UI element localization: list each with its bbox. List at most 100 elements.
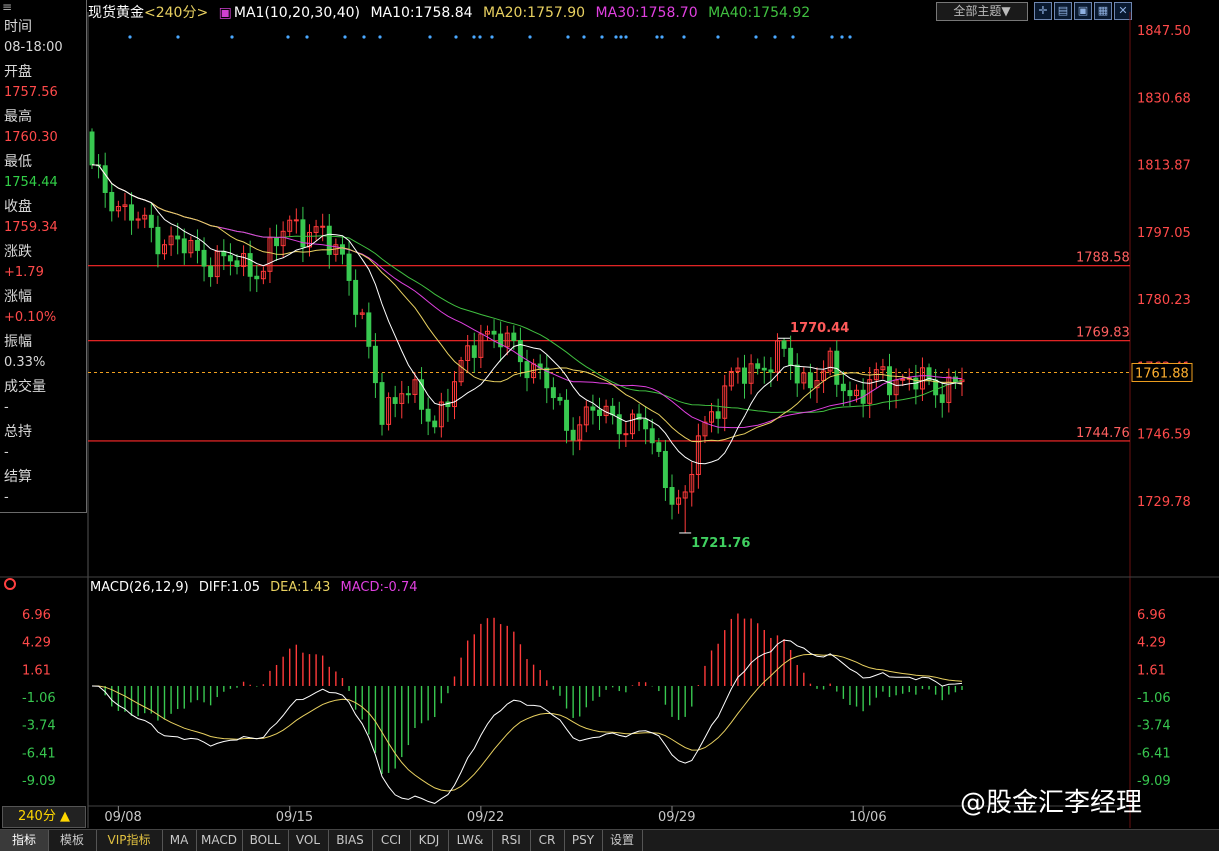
signal-dot: [682, 35, 686, 39]
candle-body: [372, 345, 378, 384]
tab-10[interactable]: LW&: [448, 830, 493, 851]
candle-body: [432, 420, 438, 428]
candle-body: [788, 347, 794, 366]
candle-body: [201, 249, 207, 267]
candle-body: [570, 429, 576, 441]
signal-dot: [286, 35, 290, 39]
signal-dot: [619, 35, 623, 39]
candle-body: [366, 312, 372, 347]
signal-dot: [128, 35, 132, 39]
signal-dot: [600, 35, 604, 39]
macd-tick-label-left: -3.74: [22, 719, 56, 734]
candle-body: [293, 219, 299, 222]
tab-8[interactable]: CCI: [372, 830, 411, 851]
tab-2[interactable]: VIP指标: [96, 830, 163, 851]
tab-7[interactable]: BIAS: [328, 830, 373, 851]
candle-body: [129, 204, 135, 221]
tab-6[interactable]: VOL: [288, 830, 329, 851]
tab-14[interactable]: 设置: [602, 830, 643, 851]
candle-body: [181, 238, 187, 254]
tab-11[interactable]: RSI: [492, 830, 531, 851]
candle-body: [247, 253, 253, 277]
price-tick-label: 1847.50: [1137, 24, 1191, 39]
tab-9[interactable]: KDJ: [410, 830, 449, 851]
macd-tick-label-left: -9.09: [22, 774, 56, 789]
candle-body: [425, 408, 431, 422]
candle-body: [669, 487, 675, 505]
signal-dot: [378, 35, 382, 39]
candle-body: [557, 397, 563, 401]
candle-body: [471, 345, 477, 358]
candle-body: [274, 237, 280, 247]
price-tick-label: 1729.78: [1137, 495, 1191, 510]
level-label: 1788.58: [1076, 251, 1130, 266]
signal-dot: [176, 35, 180, 39]
candle-body: [227, 255, 233, 262]
tab-3[interactable]: MA: [162, 830, 197, 851]
signal-dot: [454, 35, 458, 39]
candle-body: [761, 367, 767, 371]
tab-1[interactable]: 模板: [48, 830, 97, 851]
tab-5[interactable]: BOLL: [242, 830, 289, 851]
candle-body: [781, 340, 787, 349]
candle-body: [234, 260, 240, 267]
signal-dot: [472, 35, 476, 39]
price-tick-label: 1797.05: [1137, 226, 1191, 241]
candle-body: [656, 442, 662, 452]
candle-body: [768, 369, 774, 373]
signal-dot: [428, 35, 432, 39]
period-button[interactable]: 240分 ▲: [2, 806, 86, 828]
candle-body: [550, 387, 556, 399]
tab-4[interactable]: MACD: [196, 830, 243, 851]
date-tick-label: 09/29: [658, 810, 695, 825]
candle-body: [643, 418, 649, 430]
date-tick-label: 10/06: [849, 810, 886, 825]
tab-12[interactable]: CR: [530, 830, 565, 851]
signal-dot: [490, 35, 494, 39]
candle-body: [715, 411, 721, 419]
macd-tick-label-left: 4.29: [22, 636, 51, 651]
macd-tick-label-right: -6.41: [1137, 746, 1171, 761]
candle-body: [610, 405, 616, 416]
tab-13[interactable]: PSY: [564, 830, 603, 851]
candle-body: [662, 450, 668, 489]
ma20-line: [91, 164, 963, 443]
candle-body: [102, 165, 108, 193]
signal-dot: [840, 35, 844, 39]
signal-dot: [566, 35, 570, 39]
signal-dot: [582, 35, 586, 39]
candle-body: [346, 253, 352, 281]
watermark: @股金汇李经理: [960, 788, 1143, 818]
candle-body: [597, 409, 602, 417]
candle-body: [590, 406, 596, 411]
candle-body: [89, 131, 95, 166]
macd-tick-label-left: 6.96: [22, 608, 51, 623]
candle-body: [148, 214, 154, 228]
signal-dot: [773, 35, 777, 39]
chart-canvas[interactable]: 1847.501830.681813.871797.051780.231763.…: [0, 0, 1219, 830]
candle-body: [379, 382, 385, 425]
signal-dot: [362, 35, 366, 39]
price-tick-label: 1746.59: [1137, 428, 1191, 443]
macd-tick-label-right: 6.96: [1137, 608, 1166, 623]
signal-dot: [791, 35, 795, 39]
candle-body: [353, 279, 359, 315]
macd-tick-label-right: -3.74: [1137, 719, 1171, 734]
candle-body: [339, 244, 345, 255]
candle-body: [939, 394, 945, 403]
level-label: 1769.83: [1076, 326, 1130, 341]
tab-0[interactable]: 指标: [0, 830, 49, 851]
macd-tick-label-right: -1.06: [1137, 691, 1171, 706]
price-tick-label: 1830.68: [1137, 91, 1191, 106]
indicator-tabs: 指标 模板 VIP指标 MA MACD BOLL VOL BIAS CCI KDJ LW& RSI CR…: [0, 829, 1219, 851]
candle-body: [511, 332, 517, 342]
signal-dot: [343, 35, 347, 39]
signal-dot: [305, 35, 309, 39]
candle-body: [807, 372, 813, 389]
candle-body: [755, 363, 761, 369]
candle-body: [109, 191, 115, 212]
candle-body: [194, 239, 200, 251]
extreme-label: 1721.76: [691, 536, 750, 551]
signal-dot: [478, 35, 482, 39]
signal-dot: [624, 35, 628, 39]
